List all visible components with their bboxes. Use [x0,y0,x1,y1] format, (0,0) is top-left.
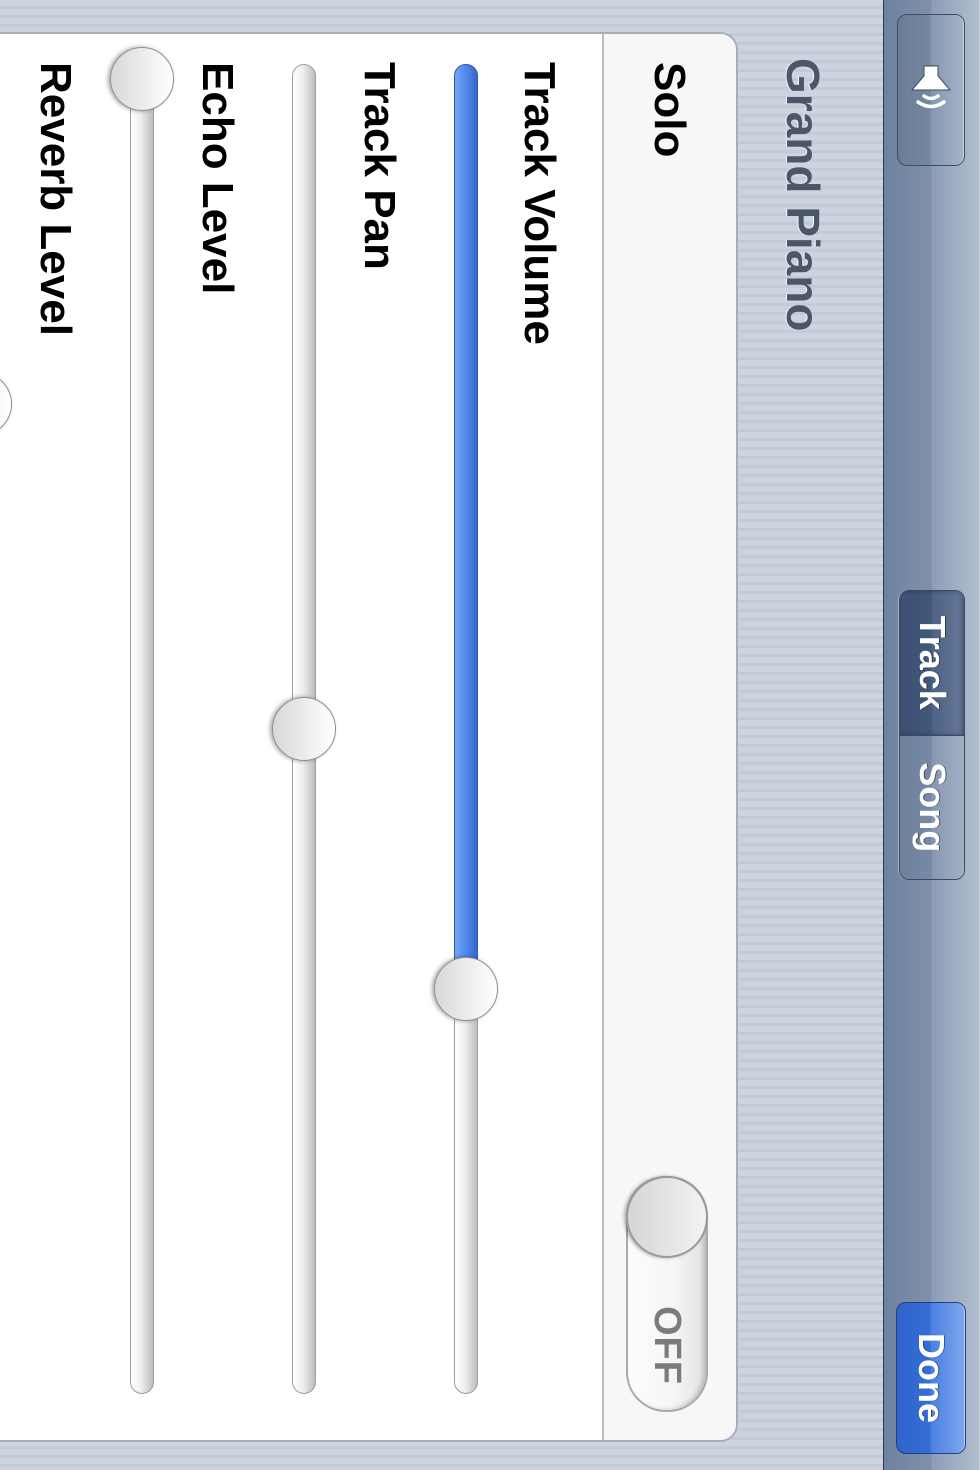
reverb-level-thumb[interactable] [0,372,12,436]
echo-level-label: Echo Level [193,62,242,295]
tab-track[interactable]: Track [900,591,964,735]
tab-song[interactable]: Song [900,734,964,879]
speaker-wave-icon [910,65,952,109]
solo-row: Solo OFF [602,34,736,1440]
echo-level-slider[interactable] [110,47,174,1394]
track-pan-slider[interactable] [272,64,336,1394]
toggle-off-text: OFF [646,1306,688,1385]
done-button[interactable]: Done [896,1302,966,1454]
toggle-knob[interactable] [626,1176,708,1258]
navigation-bar: Track Song Done [883,0,980,1470]
mixer-screen: Track Song Done Grand Piano Solo OFF Tra… [0,0,980,1470]
track-settings-card: Solo OFF Track Volume Track Pan Echo Lev… [0,32,738,1442]
track-volume-thumb[interactable] [434,957,498,1021]
track-song-segmented-control: Track Song [899,590,965,880]
track-pan-label: Track Pan [355,62,404,270]
track-title: Grand Piano [777,58,829,332]
track-volume-fill [454,64,478,990]
solo-toggle[interactable]: OFF [626,1176,708,1412]
reverb-level-label: Reverb Level [31,62,80,336]
track-volume-label: Track Volume [515,62,564,345]
solo-label: Solo [645,62,694,158]
track-volume-slider[interactable] [434,64,498,1394]
echo-level-thumb[interactable] [110,47,174,111]
track-pan-thumb[interactable] [272,697,336,761]
speaker-button[interactable] [897,14,965,166]
